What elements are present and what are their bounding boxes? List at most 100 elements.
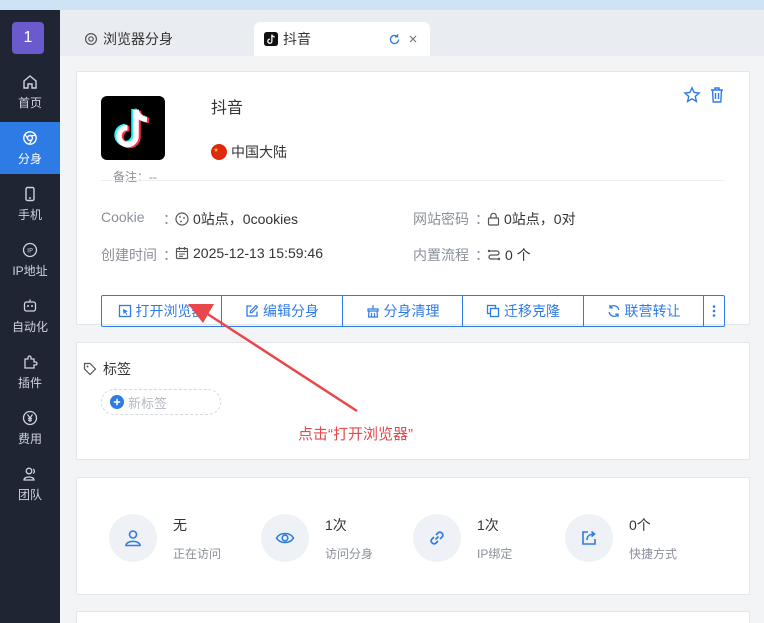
migrate-clone-button[interactable]: 迁移克隆: [463, 296, 584, 326]
eye-icon-circle: [261, 514, 309, 562]
chrome-icon: [23, 130, 37, 145]
sidebar-item-label: 插件: [17, 375, 42, 390]
plus-circle-icon: [110, 395, 124, 409]
sidebar-item-home[interactable]: 首页: [0, 66, 60, 118]
tags-card: 标签 新标签: [76, 342, 750, 460]
calendar-icon: [175, 247, 189, 260]
phone-icon: [25, 186, 35, 201]
profile-name: 抖音: [211, 100, 244, 117]
tab-bar: 浏览器分身 抖音: [60, 10, 764, 56]
profile-card: 备注：-- 抖音 中国大陆 Cookie ： 0站点，0cookies 网站密码…: [76, 71, 750, 327]
region-label: 中国大陆: [231, 144, 287, 160]
sidebar-item-team[interactable]: 团队: [0, 458, 60, 510]
stat-shortcuts: 0个快捷方式: [565, 514, 677, 562]
open-browser-label: 打开浏览器: [135, 303, 206, 319]
transfer-icon: [608, 305, 619, 317]
star-icon[interactable]: [683, 86, 701, 104]
transfer-button[interactable]: 联营转让: [584, 296, 704, 326]
refresh-icon[interactable]: [388, 33, 401, 46]
tag-icon: [83, 362, 97, 376]
password-value-text: 0站点，0对: [504, 211, 576, 227]
robot-icon: [23, 299, 37, 312]
main-content: 备注：-- 抖音 中国大陆 Cookie ： 0站点，0cookies 网站密码…: [60, 56, 764, 623]
created-value: 2025-12-13 15:59:46: [175, 245, 323, 261]
trash-icon[interactable]: [709, 86, 725, 104]
sidebar-item-label: 分身: [17, 151, 42, 166]
open-window-icon: [118, 304, 131, 318]
flow-icon: [487, 249, 501, 261]
chrome-icon: [84, 32, 98, 46]
user-icon: [125, 530, 141, 547]
region: 中国大陆: [211, 142, 287, 162]
sidebar-item-profiles[interactable]: 分身: [0, 122, 60, 174]
link-icon-circle: [413, 514, 461, 562]
sidebar-item-billing[interactable]: 费用: [0, 402, 60, 454]
stat-value: 0个: [629, 516, 651, 533]
tab-label: 抖音: [283, 31, 311, 47]
close-icon[interactable]: [408, 34, 418, 44]
flow-value: 0 个: [487, 245, 531, 265]
stat-label: 正在访问: [173, 546, 222, 561]
stat-label: 访问分身: [325, 546, 374, 561]
sidebar-item-phone[interactable]: 手机: [0, 178, 60, 230]
lock-icon: [487, 212, 500, 226]
china-flag-icon: [211, 144, 227, 160]
tab-douyin[interactable]: 抖音: [254, 22, 430, 56]
more-vertical-icon: [712, 305, 716, 317]
migrate-clone-label: 迁移克隆: [504, 303, 560, 319]
cookie-value-text: 0站点，0cookies: [193, 211, 299, 227]
flow-label: 内置流程: [413, 247, 469, 263]
cookie-value: 0站点，0cookies: [175, 209, 298, 229]
clean-profile-button[interactable]: 分身清理: [343, 296, 463, 326]
puzzle-icon: [24, 354, 38, 369]
stat-profile-visits: 1次访问分身: [261, 514, 373, 562]
svg-text:IP: IP: [27, 246, 33, 254]
stat-value: 1次: [325, 516, 347, 533]
sidebar-item-label: IP地址: [12, 263, 48, 278]
sidebar-item-label: 费用: [17, 431, 42, 446]
cookie-label: Cookie: [101, 209, 145, 225]
stat-label: 快捷方式: [629, 546, 678, 561]
window-top-strip: [0, 0, 764, 10]
stats-card: 无正在访问 1次访问分身 1次 IP绑定 0个快捷方式: [76, 477, 750, 595]
broom-icon: [366, 305, 379, 318]
new-tag-label: 新标签: [128, 395, 168, 411]
open-browser-button[interactable]: 打开浏览器: [102, 296, 222, 326]
password-value: 0站点，0对: [487, 209, 576, 229]
new-tag-button[interactable]: 新标签: [101, 389, 221, 415]
sidebar-item-automation[interactable]: 自动化: [0, 290, 60, 342]
tiktok-app-icon: [101, 96, 165, 160]
tab-browser-profiles[interactable]: 浏览器分身: [74, 22, 250, 56]
transfer-label: 联营转让: [624, 303, 681, 319]
stat-visiting: 无正在访问: [109, 514, 221, 562]
user-icon-circle: [109, 514, 157, 562]
sidebar-item-label: 手机: [17, 207, 42, 222]
stat-value: 1次: [477, 516, 499, 533]
ip-icon: IP: [22, 242, 38, 257]
remark-text: 备注：--: [113, 170, 157, 184]
more-actions-button[interactable]: [704, 296, 724, 326]
sidebar: 1 首页 分身 手机 IP IP地址 自动化 插件 费用 团队: [0, 10, 60, 623]
yen-icon: [22, 410, 38, 425]
clean-profile-label: 分身清理: [383, 303, 440, 319]
edit-icon: [246, 304, 259, 317]
tags-header: 标签: [83, 359, 131, 379]
edit-profile-label: 编辑分身: [263, 303, 319, 319]
eye-icon: [275, 532, 295, 544]
workspace-logo[interactable]: 1: [12, 22, 44, 54]
share-icon: [582, 530, 596, 545]
sidebar-item-label: 自动化: [11, 319, 48, 334]
stat-ip-binding: 1次 IP绑定: [413, 514, 512, 562]
share-icon-circle: [565, 514, 613, 562]
stat-value: 无: [173, 516, 187, 533]
edit-profile-button[interactable]: 编辑分身: [222, 296, 343, 326]
annotation-text: 点击“打开浏览器”: [298, 426, 413, 443]
cookie-icon: [175, 212, 189, 226]
sidebar-item-plugins[interactable]: 插件: [0, 346, 60, 398]
sidebar-item-ip[interactable]: IP IP地址: [0, 234, 60, 286]
tab-label: 浏览器分身: [103, 31, 173, 47]
team-icon: [23, 467, 35, 481]
home-icon: [23, 74, 37, 89]
tiktok-icon: [264, 32, 278, 46]
action-button-group: 打开浏览器 编辑分身 分身清理 迁移克隆 联营转让: [101, 295, 725, 327]
